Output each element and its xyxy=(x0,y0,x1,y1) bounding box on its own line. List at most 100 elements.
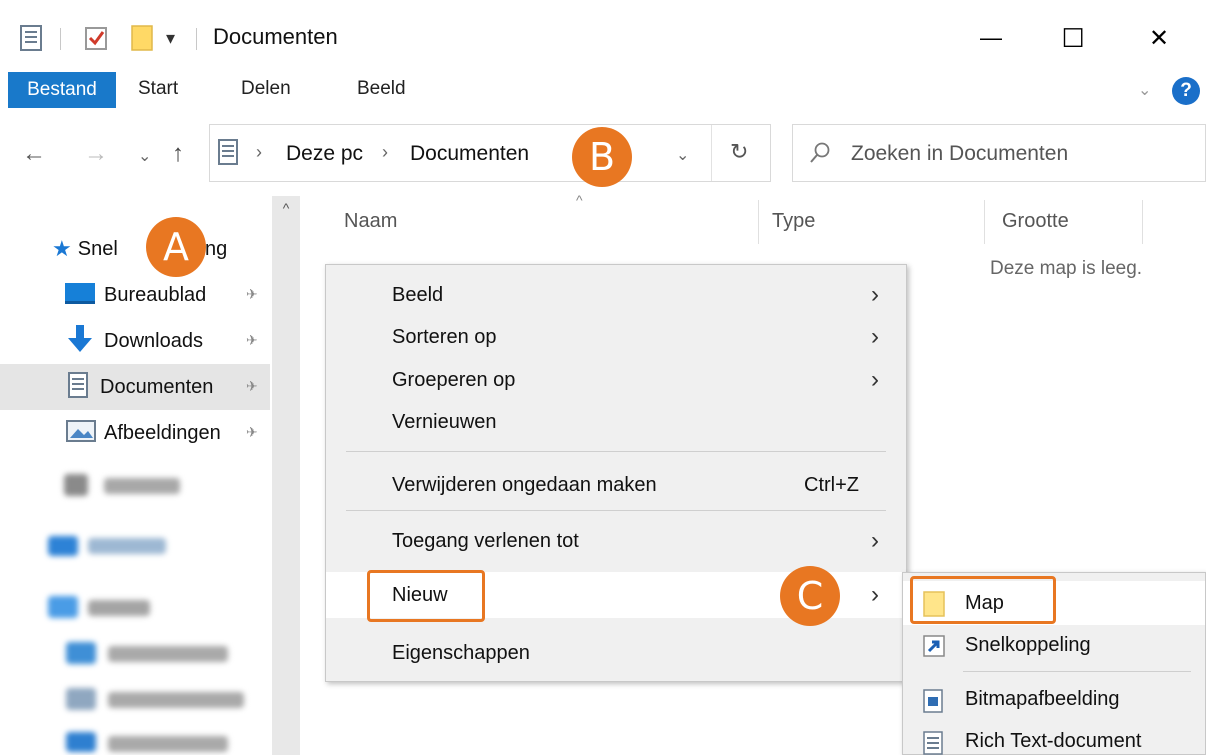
empty-folder-message: Deze map is leeg. xyxy=(990,258,1143,279)
navigation-pane: ★ Snel ng Bureaublad ✈ Downloads ✈ Docum… xyxy=(0,196,300,755)
blurred-icon xyxy=(64,474,88,496)
menu-item-toegang-verlenen-tot[interactable]: Toegang verlenen tot › xyxy=(326,521,906,561)
shortcut-icon xyxy=(923,635,945,662)
help-icon[interactable]: ? xyxy=(1172,77,1200,105)
submenu-item-label: Rich Text-document xyxy=(965,730,1142,752)
submenu-arrow-icon: › xyxy=(871,366,879,393)
submenu-item-snelkoppeling[interactable]: Snelkoppeling xyxy=(903,623,1205,667)
column-type[interactable]: Type xyxy=(772,210,815,233)
menu-item-verwijderen-ongedaan-maken[interactable]: Verwijderen ongedaan maken Ctrl+Z xyxy=(326,465,906,505)
ribbon-tabs: Bestand Start Delen Beeld ⌄ ? xyxy=(0,72,1206,110)
blurred-item xyxy=(108,646,228,662)
ribbon-expand-icon[interactable]: ⌄ xyxy=(1138,80,1151,100)
maximize-button[interactable]: ☐ xyxy=(1050,18,1096,58)
bitmap-icon xyxy=(923,689,943,718)
submenu-item-label: Bitmapafbeelding xyxy=(965,688,1120,710)
pin-icon[interactable]: ✈ xyxy=(246,424,258,441)
breadcrumb-deze-pc[interactable]: Deze pc xyxy=(286,142,363,166)
submenu-arrow-icon: › xyxy=(871,281,879,308)
qa-separator xyxy=(196,28,197,50)
menu-item-label: Beeld xyxy=(392,284,444,306)
column-divider[interactable] xyxy=(1142,200,1143,244)
up-button[interactable]: ↑ xyxy=(172,140,184,168)
column-grootte[interactable]: Grootte xyxy=(1002,210,1069,233)
sort-indicator-icon: ^ xyxy=(576,192,583,208)
back-button[interactable]: ← xyxy=(22,140,46,168)
sidebar-item-bureaublad[interactable]: Bureaublad ✈ xyxy=(0,272,270,318)
menu-item-vernieuwen[interactable]: Vernieuwen xyxy=(326,402,906,442)
checkbox-icon[interactable] xyxy=(84,22,108,54)
pin-icon[interactable]: ✈ xyxy=(246,286,258,303)
annotation-b-badge: B xyxy=(572,127,632,187)
menu-item-sorteren-op[interactable]: Sorteren op › xyxy=(326,317,906,357)
blurred-icon xyxy=(48,536,78,556)
menu-item-groeperen-op[interactable]: Groeperen op › xyxy=(326,360,906,400)
menu-separator xyxy=(346,510,886,511)
address-bar[interactable]: › Deze pc › Documenten ⌄ ↻ xyxy=(209,124,771,182)
blurred-item xyxy=(88,600,150,616)
submenu-item-bitmapafbeelding[interactable]: Bitmapafbeelding xyxy=(903,677,1205,721)
blurred-icon xyxy=(66,688,96,710)
blurred-item xyxy=(88,538,166,554)
menu-item-label: Toegang verlenen tot xyxy=(392,530,579,552)
sidebar-item-label: Snel xyxy=(77,237,118,260)
forward-button[interactable]: → xyxy=(84,140,108,168)
tab-delen[interactable]: Delen xyxy=(241,78,291,100)
search-box[interactable]: Zoeken in Documenten xyxy=(792,124,1206,182)
sidebar-item-label: Downloads xyxy=(104,329,203,352)
sidebar-item-afbeeldingen[interactable]: Afbeeldingen ✈ xyxy=(0,410,270,456)
minimize-button[interactable]: — xyxy=(968,18,1014,58)
breadcrumb-separator[interactable]: › xyxy=(382,142,388,163)
pin-icon[interactable]: ✈ xyxy=(246,332,258,349)
sidebar-item-label: Afbeeldingen xyxy=(104,421,221,444)
star-icon: ★ xyxy=(52,236,72,261)
sidebar-item-quick-access[interactable]: ★ Snel ng xyxy=(0,226,270,272)
breadcrumb-separator[interactable]: › xyxy=(256,142,262,163)
recent-locations-button[interactable]: ⌄ xyxy=(138,146,151,166)
submenu-arrow-icon: › xyxy=(871,527,879,554)
tab-beeld[interactable]: Beeld xyxy=(357,78,406,100)
submenu-item-rich-text-document[interactable]: Rich Text-document xyxy=(903,719,1205,755)
sidebar-item-label: ng xyxy=(205,237,228,260)
location-icon xyxy=(218,139,238,170)
menu-separator xyxy=(346,451,886,452)
pictures-icon xyxy=(66,419,96,448)
breadcrumb-documenten[interactable]: Documenten xyxy=(410,142,529,166)
sidebar-item-downloads[interactable]: Downloads ✈ xyxy=(0,318,270,364)
close-icon: ✕ xyxy=(1148,24,1170,52)
properties-icon[interactable] xyxy=(20,22,42,54)
quick-access-dropdown-icon[interactable]: ▾ xyxy=(166,22,175,54)
address-dropdown-icon[interactable]: ⌄ xyxy=(676,145,689,165)
window-title: Documenten xyxy=(213,24,338,49)
tab-bestand[interactable]: Bestand xyxy=(8,72,116,108)
menu-item-label: Eigenschappen xyxy=(392,642,530,664)
menu-item-label: Vernieuwen xyxy=(392,411,497,433)
scroll-up-icon[interactable]: ^ xyxy=(272,200,300,216)
submenu-separator xyxy=(963,671,1191,672)
column-divider[interactable] xyxy=(758,200,759,244)
column-divider[interactable] xyxy=(984,200,985,244)
submenu-item-label: Snelkoppeling xyxy=(965,634,1091,656)
richtext-icon xyxy=(923,731,943,755)
nieuw-highlight-box xyxy=(367,570,485,622)
sidebar-scrollbar[interactable] xyxy=(272,196,300,755)
sidebar-item-label: Bureaublad xyxy=(104,283,207,306)
blurred-item xyxy=(108,692,244,708)
menu-item-beeld[interactable]: Beeld › xyxy=(326,275,906,315)
document-icon xyxy=(68,371,88,403)
sidebar-item-label: Documenten xyxy=(100,375,214,398)
pin-icon[interactable]: ✈ xyxy=(246,378,258,395)
new-folder-icon[interactable] xyxy=(130,22,154,54)
tab-start[interactable]: Start xyxy=(138,78,178,100)
blurred-icon xyxy=(66,732,96,752)
refresh-icon[interactable]: ↻ xyxy=(730,139,748,165)
blurred-icon xyxy=(48,596,78,618)
annotation-a-badge: A xyxy=(146,217,206,277)
column-naam[interactable]: Naam xyxy=(344,210,397,233)
title-bar: ▾ Documenten — ☐ ✕ xyxy=(0,0,1206,72)
close-button[interactable]: ✕ xyxy=(1136,18,1182,58)
annotation-c-badge: C xyxy=(780,566,840,626)
sidebar-item-documenten[interactable]: Documenten ✈ xyxy=(0,364,270,410)
map-highlight-box xyxy=(910,576,1056,624)
menu-item-eigenschappen[interactable]: Eigenschappen xyxy=(326,633,906,673)
